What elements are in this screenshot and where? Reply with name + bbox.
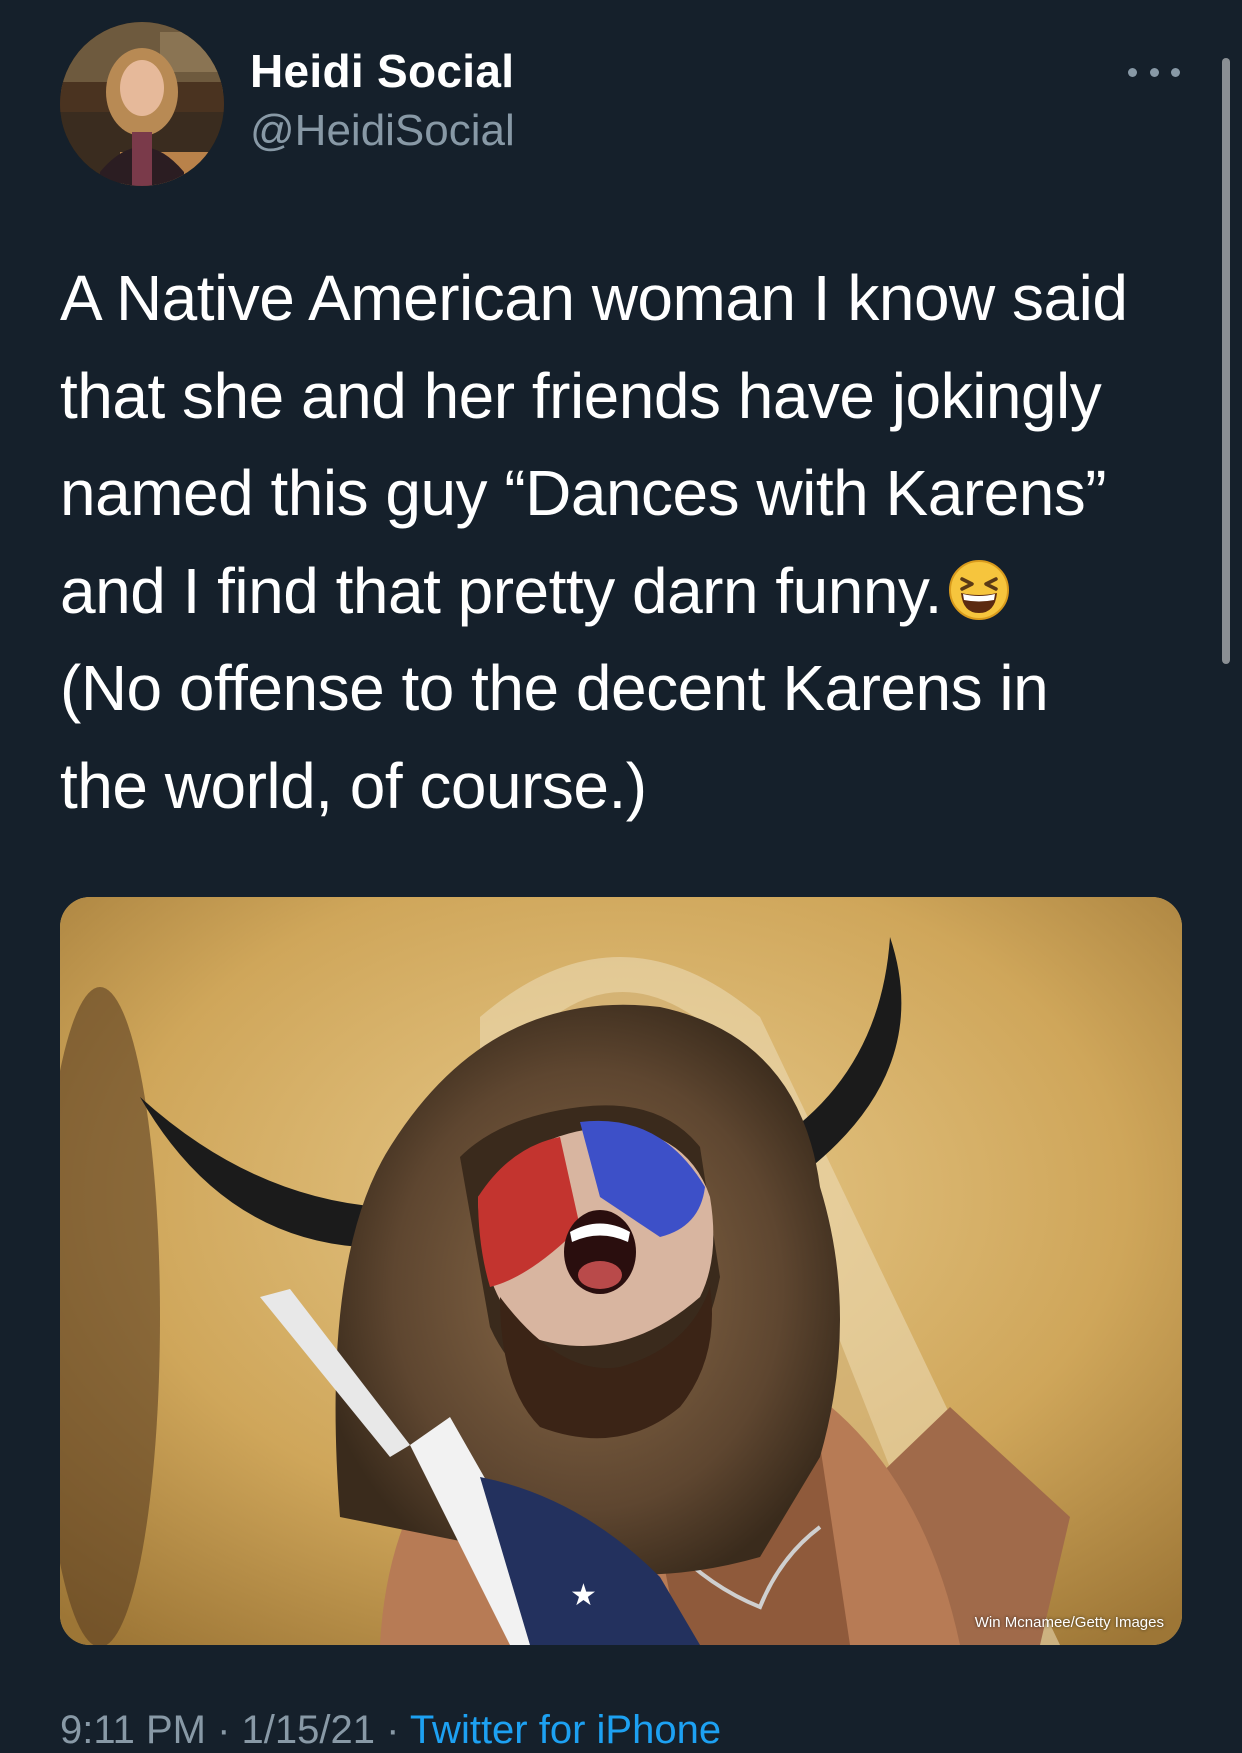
tweet-footer: 9:11 PM · 1/15/21 · Twitter for iPhone	[60, 1708, 721, 1753]
media-credit: Win Mcnamee/Getty Images	[974, 1614, 1164, 1631]
tweet-text-line: A Native American woman I know said	[60, 262, 1128, 334]
media-photo: ★	[60, 897, 1182, 1645]
svg-text:★: ★	[570, 1578, 597, 1613]
tweet-header: Heidi Social @HeidiSocial	[0, 0, 1242, 200]
tweet-text-line: that she and her friends have jokingly	[60, 359, 1102, 432]
scrollbar[interactable]	[1222, 58, 1230, 664]
tweet-media-photo[interactable]: ★ Win Mcnamee/Getty Images	[60, 897, 1182, 1645]
tweet-text-line: and I find that pretty darn funny.	[60, 554, 942, 627]
tweet-timestamp[interactable]: 9:11 PM · 1/15/21 ·	[60, 1708, 399, 1752]
tweet-text-line: (No offense to the decent Karens in	[60, 652, 1049, 724]
author-name[interactable]: Heidi Social	[250, 44, 514, 98]
more-dot	[1128, 67, 1137, 77]
tweet-text-line: the world, of course.)	[60, 749, 647, 822]
more-dot	[1149, 67, 1159, 77]
author-avatar[interactable]	[60, 22, 224, 186]
tweet-text: A Native American woman I know said that…	[60, 250, 1180, 835]
tweet-text-line-with-emoji: and I find that pretty darn funny.	[60, 543, 1180, 641]
author-handle[interactable]: @HeidiSocial	[250, 106, 515, 156]
more-horizontal-icon[interactable]	[1128, 52, 1180, 92]
avatar-photo	[60, 22, 224, 186]
tweet-source-link[interactable]: Twitter for iPhone	[410, 1708, 721, 1752]
more-dot	[1171, 67, 1180, 77]
grinning-squinting-face-icon	[948, 551, 1010, 620]
tweet-text-line: named this guy “Dances with Karens”	[60, 457, 1107, 529]
